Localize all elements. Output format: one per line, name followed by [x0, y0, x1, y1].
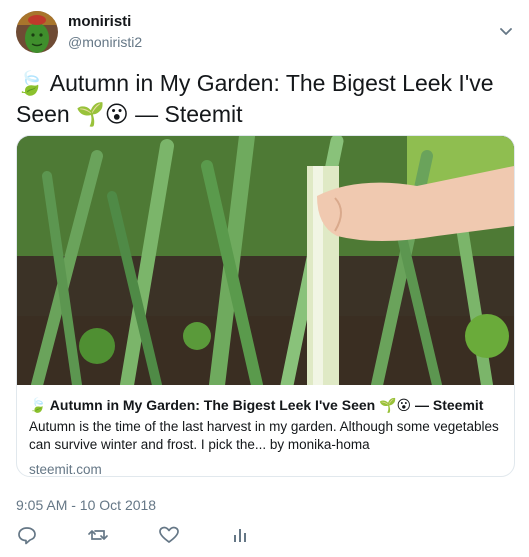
card-domain: steemit.com — [29, 462, 102, 477]
chevron-down-icon[interactable] — [497, 22, 515, 40]
like-icon[interactable] — [158, 524, 180, 546]
reply-icon[interactable] — [16, 524, 38, 546]
card-body: 🍃 Autumn in My Garden: The Bigest Leek I… — [29, 395, 504, 477]
card-description: Autumn is the time of the last harvest i… — [29, 419, 499, 452]
tweet-timestamp[interactable]: 9:05 AM - 10 Oct 2018 — [16, 497, 156, 513]
card-title[interactable]: 🍃 Autumn in My Garden: The Bigest Leek I… — [29, 395, 504, 415]
avatar[interactable] — [16, 11, 58, 53]
tweet-text: 🍃 Autumn in My Garden: The Bigest Leek I… — [16, 70, 494, 127]
author-handle[interactable]: @moniristi2 — [68, 34, 142, 50]
analytics-icon[interactable] — [229, 524, 251, 546]
avatar-image — [16, 11, 58, 53]
retweet-icon[interactable] — [87, 524, 109, 546]
card-image-leek-garden — [17, 136, 514, 385]
link-card[interactable]: 🍃 Autumn in My Garden: The Bigest Leek I… — [16, 135, 515, 477]
author-name[interactable]: moniristi — [68, 13, 131, 30]
